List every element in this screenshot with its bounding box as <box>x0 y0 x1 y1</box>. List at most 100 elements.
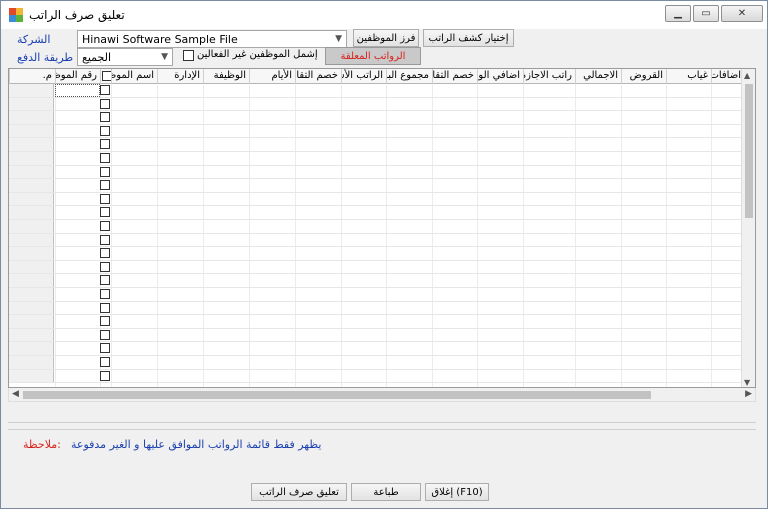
row-header[interactable] <box>9 315 54 328</box>
horizontal-scrollbar[interactable]: ◀ ▶ <box>8 388 756 402</box>
table-row[interactable] <box>9 165 750 180</box>
row-header[interactable] <box>9 247 54 260</box>
suspend-salary-button[interactable]: تعليق صرف الراتب <box>251 483 347 501</box>
selected-cell[interactable] <box>55 84 100 97</box>
row-checkbox[interactable] <box>100 139 110 150</box>
row-header[interactable] <box>9 206 54 219</box>
row-checkbox[interactable] <box>100 234 110 245</box>
column-header[interactable]: غياب <box>666 69 711 84</box>
row-checkbox[interactable] <box>100 261 110 272</box>
row-header[interactable] <box>9 111 54 124</box>
column-header[interactable]: اضافي الوقت الإضافي <box>477 69 523 84</box>
row-header[interactable] <box>9 124 54 138</box>
vertical-scroll-thumb[interactable] <box>745 84 753 218</box>
column-header[interactable]: الأيام <box>249 69 295 84</box>
table-row[interactable] <box>9 260 750 275</box>
row-header[interactable] <box>9 369 54 383</box>
column-header[interactable]: الوظيفة <box>203 69 249 84</box>
column-header[interactable]: الإدارة <box>157 69 203 84</box>
minimize-button[interactable]: ▁ <box>665 5 691 22</box>
row-checkbox[interactable] <box>100 98 110 109</box>
restore-button[interactable]: ▭ <box>693 5 719 22</box>
row-header[interactable] <box>9 356 54 369</box>
salary-grid[interactable]: م.رقم الموظف اسم الموظفالإدارةالوظيفةالأي… <box>8 68 756 388</box>
choose-payslip-button[interactable]: إختيار كشف الراتب <box>423 29 514 47</box>
table-row[interactable] <box>9 97 750 112</box>
row-header[interactable] <box>9 274 54 287</box>
row-header[interactable] <box>9 84 54 97</box>
sort-employees-button[interactable]: فرز الموظفين <box>353 29 419 47</box>
row-checkbox[interactable] <box>100 370 110 381</box>
column-header[interactable]: راتب الاجازة <box>523 69 575 84</box>
row-header[interactable] <box>9 97 54 111</box>
include-inactive-checkbox[interactable] <box>183 50 194 61</box>
column-header[interactable]: اضافات <box>711 69 744 84</box>
row-header[interactable] <box>9 288 54 301</box>
select-all-checkbox[interactable] <box>102 71 111 81</box>
column-header[interactable] <box>100 69 111 84</box>
column-header[interactable]: القروض <box>621 69 666 84</box>
scroll-left-icon[interactable]: ◀ <box>12 389 19 399</box>
row-checkbox[interactable] <box>100 343 110 354</box>
row-header[interactable] <box>9 179 54 192</box>
table-row[interactable] <box>9 315 750 329</box>
table-row[interactable] <box>9 179 750 193</box>
table-row[interactable] <box>9 192 750 207</box>
row-header[interactable] <box>9 220 54 233</box>
row-header[interactable] <box>9 192 54 206</box>
row-checkbox[interactable] <box>100 248 110 259</box>
row-checkbox[interactable] <box>100 357 110 367</box>
row-checkbox[interactable] <box>100 316 110 327</box>
row-header[interactable] <box>9 342 54 355</box>
row-header[interactable] <box>9 260 54 274</box>
table-row[interactable] <box>9 84 750 98</box>
table-row[interactable] <box>9 301 750 316</box>
column-header[interactable]: رقم الموظف <box>55 69 100 84</box>
row-header[interactable] <box>9 328 54 342</box>
table-row[interactable] <box>9 233 750 248</box>
column-header[interactable]: الراتب الأساسي <box>341 69 386 84</box>
table-row[interactable] <box>9 356 750 370</box>
row-checkbox[interactable] <box>100 166 110 177</box>
table-row[interactable] <box>9 369 750 384</box>
row-checkbox[interactable] <box>100 302 110 313</box>
row-header[interactable] <box>9 138 54 151</box>
close-window-button[interactable]: ✕ <box>721 5 763 22</box>
row-checkbox[interactable] <box>100 221 110 231</box>
table-row[interactable] <box>9 274 750 288</box>
column-header[interactable]: خصم التقاعد <box>432 69 477 84</box>
row-checkbox[interactable] <box>100 289 110 299</box>
row-checkbox[interactable] <box>100 125 110 136</box>
row-header[interactable] <box>9 301 54 315</box>
row-checkbox[interactable] <box>100 180 110 191</box>
scroll-up-icon[interactable]: ▲ <box>744 71 750 80</box>
column-header[interactable]: م. <box>9 69 55 84</box>
column-header[interactable]: اسم الموظف <box>111 69 157 84</box>
table-row[interactable] <box>9 124 750 139</box>
row-checkbox[interactable] <box>100 275 110 286</box>
row-checkbox[interactable] <box>100 153 110 163</box>
horizontal-scroll-thumb[interactable] <box>23 391 651 399</box>
table-row[interactable] <box>9 220 750 234</box>
row-checkbox[interactable] <box>100 85 110 95</box>
row-checkbox[interactable] <box>100 207 110 218</box>
suspended-salaries-button[interactable]: الرواتب المعلقة <box>325 47 421 65</box>
row-header[interactable] <box>9 233 54 247</box>
payment-method-combo[interactable]: الجميع ▼ <box>77 48 173 66</box>
column-header[interactable]: خصم التقاعد <box>295 69 341 84</box>
column-header[interactable]: مجموع البدلات <box>386 69 432 84</box>
row-checkbox[interactable] <box>100 112 110 123</box>
table-row[interactable] <box>9 111 750 125</box>
vertical-scrollbar[interactable]: ▲ ▼ <box>741 69 755 387</box>
table-row[interactable] <box>9 247 750 261</box>
table-row[interactable] <box>9 152 750 166</box>
row-checkbox[interactable] <box>100 193 110 204</box>
scroll-right-icon[interactable]: ▶ <box>745 389 752 399</box>
close-button[interactable]: (F10) إغلاق <box>425 483 489 501</box>
table-row[interactable] <box>9 342 750 356</box>
column-header[interactable]: الاجمالي <box>575 69 621 84</box>
table-row[interactable] <box>9 328 750 343</box>
table-row[interactable] <box>9 206 750 220</box>
row-header[interactable] <box>9 165 54 179</box>
row-header[interactable] <box>9 152 54 165</box>
